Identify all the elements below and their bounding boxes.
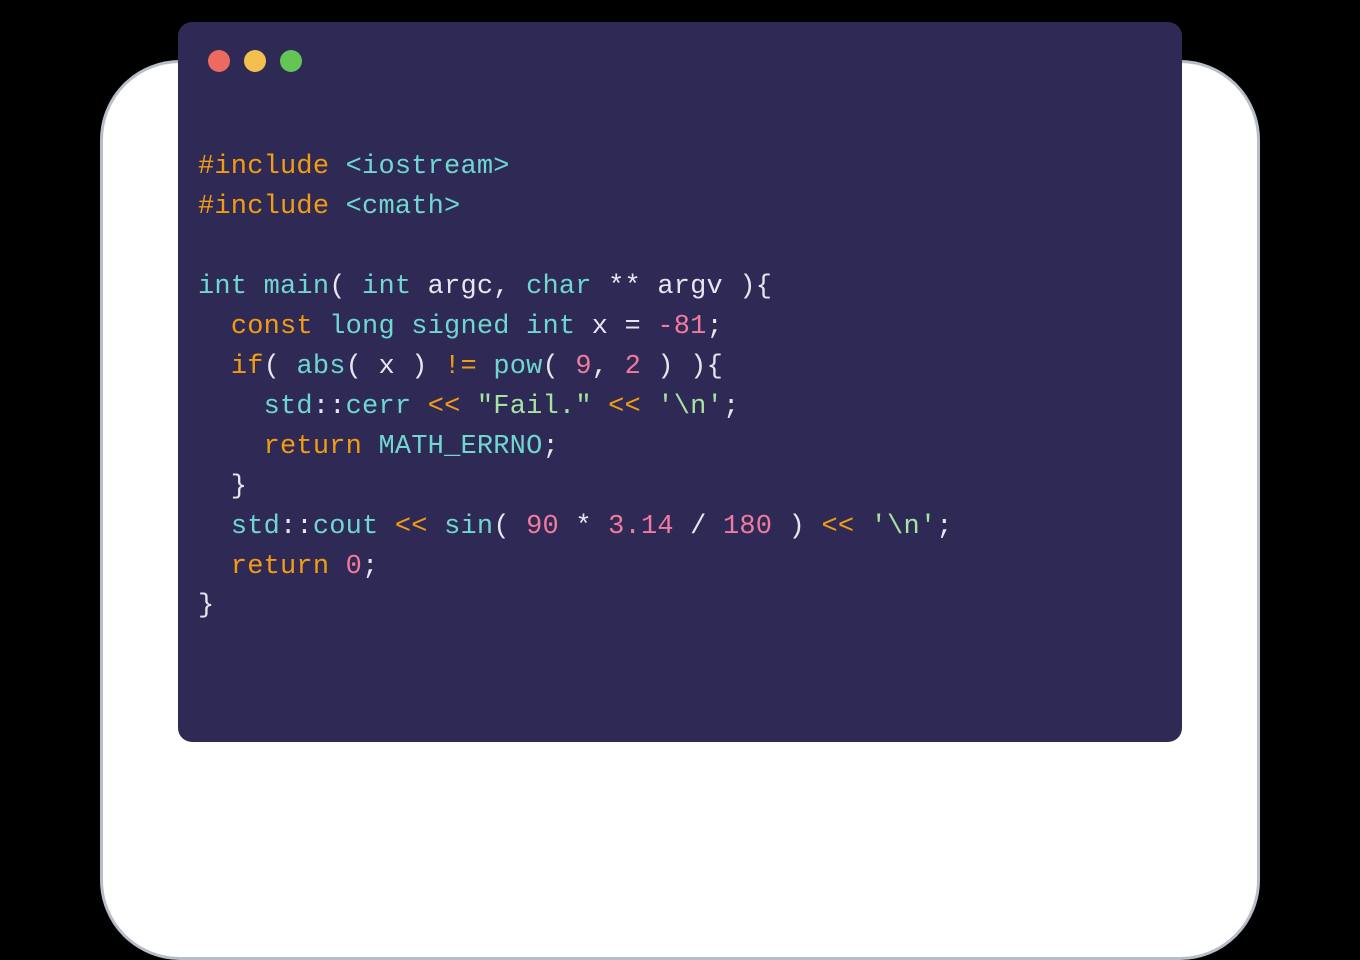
sp [428,512,444,542]
punct: ( [493,512,526,542]
window-titlebar [178,22,1182,72]
code-window: #include <iostream> #include <cmath> int… [178,22,1182,742]
op: != [444,352,477,382]
preproc-keyword: #include [198,152,329,182]
type-keyword: long signed int [313,312,592,342]
preproc-keyword: #include [198,192,329,222]
op: << [428,392,461,422]
var: x [378,352,394,382]
func-call: abs [296,352,345,382]
number: 2 [625,352,641,382]
minimize-icon[interactable] [244,50,266,72]
op: << [395,512,428,542]
sp [378,512,394,542]
param: argv [657,272,723,302]
punct: ) ){ [641,352,723,382]
punct: ; [362,552,378,582]
ns: std [231,512,280,542]
sp [854,512,870,542]
punct: ; [542,432,558,462]
punct: ) [395,352,444,382]
brace: } [198,472,247,502]
indent [198,432,264,462]
sp [411,392,427,422]
punct: ; [936,512,952,542]
maximize-icon[interactable] [280,50,302,72]
keyword: return [231,552,329,582]
op: * [559,512,608,542]
op: / [674,512,723,542]
const-name: MATH_ERRNO [378,432,542,462]
sp [329,552,345,582]
punct: ( [329,272,362,302]
sp [461,392,477,422]
type-keyword: int [362,272,411,302]
punct: , [493,272,526,302]
indent [198,392,264,422]
char-literal: '\n' [871,512,937,542]
punct: ; [707,312,723,342]
string: "Fail." [477,392,592,422]
sp [641,392,657,422]
header-name: <cmath> [329,192,460,222]
keyword: if [231,352,264,382]
stream: cerr [346,392,412,422]
keyword: const [231,312,313,342]
scope-op: :: [313,392,346,422]
type-keyword: char [526,272,592,302]
punct: ( [543,352,576,382]
punct: ){ [723,272,772,302]
indent [198,552,231,582]
func-call: sin [444,512,493,542]
indent [198,512,231,542]
punct: ** [592,272,658,302]
func-name: main [247,272,329,302]
scope-op: :: [280,512,313,542]
punct: , [592,352,625,382]
indent [198,352,231,382]
number: -81 [657,312,706,342]
param: argc [411,272,493,302]
sp [362,432,378,462]
number: 90 [526,512,559,542]
number: 0 [346,552,362,582]
indent [198,312,231,342]
stream: cout [313,512,379,542]
char-literal: '\n' [657,392,723,422]
func-call: pow [493,352,542,382]
op: << [821,512,854,542]
close-icon[interactable] [208,50,230,72]
sp [592,392,608,422]
number: 180 [723,512,772,542]
punct: ; [723,392,739,422]
var: x [592,312,608,342]
op: << [608,392,641,422]
number: 9 [575,352,591,382]
header-name: <iostream> [329,152,509,182]
punct: ( [264,352,297,382]
punct: ( [346,352,379,382]
sp [477,352,493,382]
number: 3.14 [608,512,674,542]
type-keyword: int [198,272,247,302]
brace: } [198,591,214,621]
ns: std [264,392,313,422]
op: = [608,312,657,342]
punct: ) [772,512,821,542]
keyword: return [264,432,362,462]
code-block: #include <iostream> #include <cmath> int… [178,72,1182,647]
